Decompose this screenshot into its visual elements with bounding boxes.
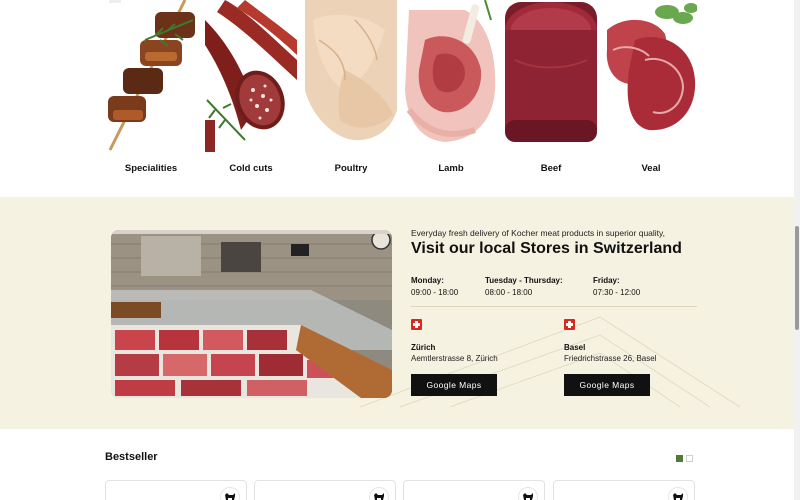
- store-address-basel: Friedrichstrasse 26, Basel: [564, 354, 657, 363]
- hours-tuesday-thursday: Tuesday - Thursday: 08:00 - 18:00: [485, 275, 563, 299]
- skewers-image: [105, 0, 197, 152]
- google-maps-button-basel[interactable]: Google Maps: [564, 374, 650, 396]
- page-scrollbar[interactable]: [794, 0, 800, 500]
- category-cold-cuts[interactable]: Cold cuts: [205, 0, 297, 174]
- bestseller-title: Bestseller: [105, 451, 158, 463]
- stores-heading: Visit our local Stores in Switzerland: [411, 240, 682, 257]
- beef-steak-image: [505, 0, 597, 152]
- stores-section: Everyday fresh delivery of Kocher meat p…: [0, 197, 800, 429]
- cow-icon: [668, 487, 688, 500]
- product-card[interactable]: [105, 480, 247, 500]
- swiss-flag-icon: [411, 319, 422, 330]
- category-poultry[interactable]: Poultry: [305, 0, 397, 174]
- category-lamb[interactable]: Lamb: [405, 0, 497, 174]
- veal-image: [605, 0, 697, 152]
- divider: [411, 306, 697, 307]
- hours-day: Tuesday - Thursday:: [485, 276, 563, 285]
- chicken-image: [305, 0, 397, 152]
- store-city-zurich: Zürich: [411, 343, 436, 352]
- product-card[interactable]: [254, 480, 396, 500]
- category-strip: Specialities Cold cuts Poultry Lamb Beef…: [0, 0, 800, 197]
- hours-friday: Friday: 07:30 - 12:00: [593, 275, 640, 299]
- hours-day: Friday:: [593, 276, 620, 285]
- hours-time: 08:00 - 18:00: [485, 288, 533, 297]
- category-specialities[interactable]: Specialities: [105, 0, 197, 174]
- swiss-flag-icon: [564, 319, 575, 330]
- pager-dot-active[interactable]: [676, 455, 683, 462]
- hours-time: 07:30 - 12:00: [593, 288, 641, 297]
- cow-icon: [220, 487, 240, 500]
- scrollbar-thumb[interactable]: [795, 226, 799, 330]
- store-city-basel: Basel: [564, 343, 586, 352]
- google-maps-button-zurich[interactable]: Google Maps: [411, 374, 497, 396]
- category-beef[interactable]: Beef: [505, 0, 597, 174]
- salami-image: [205, 0, 297, 152]
- pager-dot[interactable]: [686, 455, 693, 462]
- category-veal[interactable]: Veal: [605, 0, 697, 174]
- hours-day: Monday:: [411, 276, 444, 285]
- stores-intro: Everyday fresh delivery of Kocher meat p…: [411, 228, 666, 238]
- product-card[interactable]: [553, 480, 695, 500]
- cow-icon: [369, 487, 389, 500]
- hours-time: 09:00 - 18:00: [411, 288, 459, 297]
- product-card[interactable]: [403, 480, 545, 500]
- cow-icon: [518, 487, 538, 500]
- bestseller-section: Bestseller: [0, 429, 800, 500]
- hours-monday: Monday: 09:00 - 18:00: [411, 275, 458, 299]
- category-label: Veal: [641, 163, 661, 174]
- store-interior-photo: [111, 230, 392, 398]
- carousel-pager: [676, 455, 693, 462]
- lamb-chop-image: [405, 0, 497, 152]
- store-address-zurich: Aemtlerstrasse 8, Zürich: [411, 354, 498, 363]
